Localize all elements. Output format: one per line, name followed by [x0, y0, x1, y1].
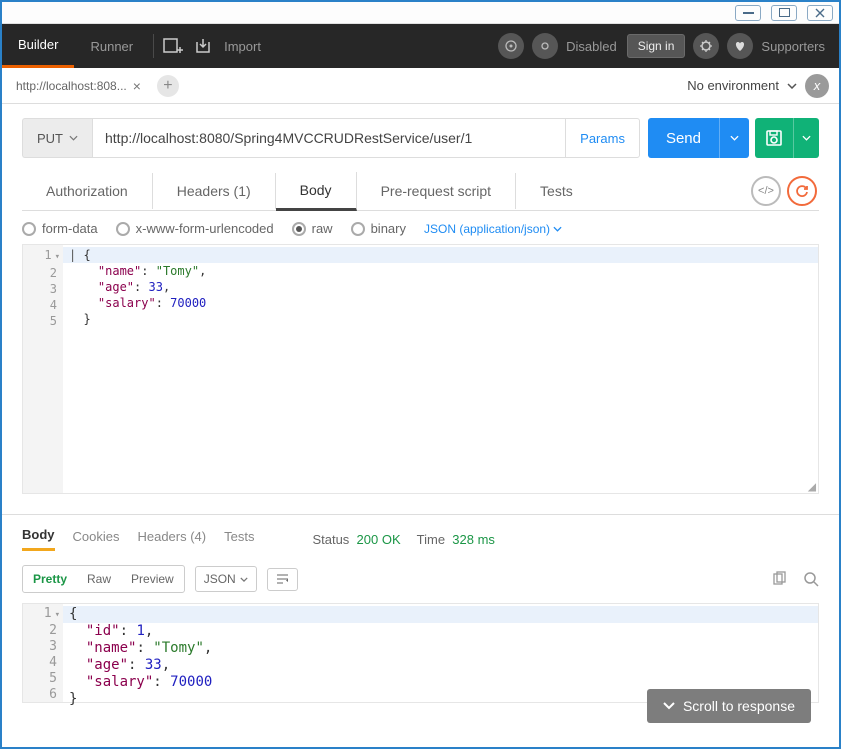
view-preview[interactable]: Preview: [121, 566, 184, 592]
radio-raw-label: raw: [312, 221, 333, 236]
response-tab-cookies[interactable]: Cookies: [73, 529, 120, 550]
view-pretty[interactable]: Pretty: [23, 566, 77, 592]
chevron-down-icon: [663, 702, 675, 710]
new-collection-icon[interactable]: [158, 31, 188, 61]
save-dropdown[interactable]: [793, 118, 819, 158]
params-button[interactable]: Params: [565, 118, 640, 158]
signin-button[interactable]: Sign in: [627, 34, 686, 58]
radio-binary-label: binary: [371, 221, 406, 236]
response-tabs: Body Cookies Headers (4) Tests Status 20…: [22, 515, 819, 555]
window-titlebar: [2, 2, 839, 24]
scroll-to-response-button[interactable]: Scroll to response: [647, 689, 811, 723]
code-snippet-icon[interactable]: </>: [751, 176, 781, 206]
send-button[interactable]: Send: [648, 118, 749, 158]
response-tab-headers[interactable]: Headers (4): [137, 529, 206, 550]
environment-selector[interactable]: No environment: [687, 78, 779, 93]
content-type-selector[interactable]: JSON (application/json): [424, 222, 562, 236]
runner-tab[interactable]: Runner: [74, 24, 149, 68]
wrap-lines-button[interactable]: [267, 568, 298, 591]
scroll-to-response-label: Scroll to response: [683, 698, 795, 714]
response-gutter: 1▾23456: [23, 604, 63, 702]
request-tabbar: http://localhost:808... × + No environme…: [2, 68, 839, 104]
request-tab-title: http://localhost:808...: [16, 79, 127, 93]
reset-icon[interactable]: [787, 176, 817, 206]
tab-headers[interactable]: Headers (1): [153, 173, 276, 209]
import-label[interactable]: Import: [218, 24, 277, 68]
radio-urlencoded[interactable]: x-www-form-urlencoded: [116, 221, 274, 236]
window-maximize-button[interactable]: [771, 5, 797, 21]
radio-binary[interactable]: binary: [351, 221, 406, 236]
settings-icon[interactable]: [693, 33, 719, 59]
response-tab-body[interactable]: Body: [22, 527, 55, 551]
response-view-row: Pretty Raw Preview JSON: [22, 555, 819, 603]
supporters-label[interactable]: Supporters: [761, 39, 825, 54]
add-tab-button[interactable]: +: [157, 75, 179, 97]
request-url-row: PUT Params Send: [22, 118, 819, 158]
window-minimize-button[interactable]: [735, 5, 761, 21]
window-close-button[interactable]: [807, 5, 833, 21]
resize-handle-icon[interactable]: ◢: [808, 483, 816, 491]
tab-body[interactable]: Body: [276, 172, 357, 211]
save-button[interactable]: [755, 118, 819, 158]
time-label: Time: [417, 532, 445, 547]
copy-response-icon[interactable]: [771, 571, 787, 587]
builder-tab[interactable]: Builder: [2, 24, 74, 68]
editor-gutter: 1▾2345: [23, 245, 63, 493]
env-quicklook-icon[interactable]: x: [805, 74, 829, 98]
response-lang-label: JSON: [204, 572, 236, 586]
view-raw[interactable]: Raw: [77, 566, 121, 592]
heart-icon[interactable]: [727, 33, 753, 59]
time-value: 328 ms: [452, 532, 495, 547]
tab-prerequest[interactable]: Pre-request script: [357, 173, 516, 209]
close-tab-icon[interactable]: ×: [133, 78, 141, 94]
save-icon: [755, 118, 793, 158]
radio-raw[interactable]: raw: [292, 221, 333, 236]
status-label: Status: [312, 532, 349, 547]
tab-tests[interactable]: Tests: [516, 173, 597, 209]
import-icon[interactable]: [188, 31, 218, 61]
url-input[interactable]: [92, 118, 565, 158]
send-button-label: Send: [648, 130, 719, 147]
request-body-editor[interactable]: 1▾2345 | { "name": "Tomy", "age": 33, "s…: [22, 244, 819, 494]
response-tab-tests[interactable]: Tests: [224, 529, 254, 550]
radio-urlencoded-label: x-www-form-urlencoded: [136, 221, 274, 236]
radio-formdata-label: form-data: [42, 221, 98, 236]
response-body-editor[interactable]: 1▾23456 { "id": 1, "name": "Tomy", "age"…: [22, 603, 819, 703]
request-section-tabs: Authorization Headers (1) Body Pre-reque…: [22, 172, 819, 211]
send-dropdown[interactable]: [719, 118, 749, 158]
response-body-code: { "id": 1, "name": "Tomy", "age": 33, "s…: [63, 604, 818, 702]
request-tab[interactable]: http://localhost:808... ×: [6, 69, 151, 103]
http-method-label: PUT: [37, 131, 63, 146]
response-lang-selector[interactable]: JSON: [195, 566, 257, 592]
request-body-code[interactable]: | { "name": "Tomy", "age": 33, "salary":…: [63, 245, 818, 493]
radio-formdata[interactable]: form-data: [22, 221, 98, 236]
interceptor-icon[interactable]: [498, 33, 524, 59]
tab-authorization[interactable]: Authorization: [22, 173, 153, 209]
chevron-down-icon[interactable]: [787, 83, 797, 89]
chevron-down-icon: [69, 135, 78, 141]
view-mode-group: Pretty Raw Preview: [22, 565, 185, 593]
main-toolbar: Builder Runner Import Disabled Sign in S…: [2, 24, 839, 68]
status-value: 200 OK: [357, 532, 401, 547]
body-type-row: form-data x-www-form-urlencoded raw bina…: [22, 211, 819, 244]
content-type-label: JSON (application/json): [424, 222, 550, 236]
http-method-selector[interactable]: PUT: [22, 118, 92, 158]
sync-status-label: Disabled: [566, 39, 617, 54]
sync-icon[interactable]: [532, 33, 558, 59]
search-response-icon[interactable]: [803, 571, 819, 587]
